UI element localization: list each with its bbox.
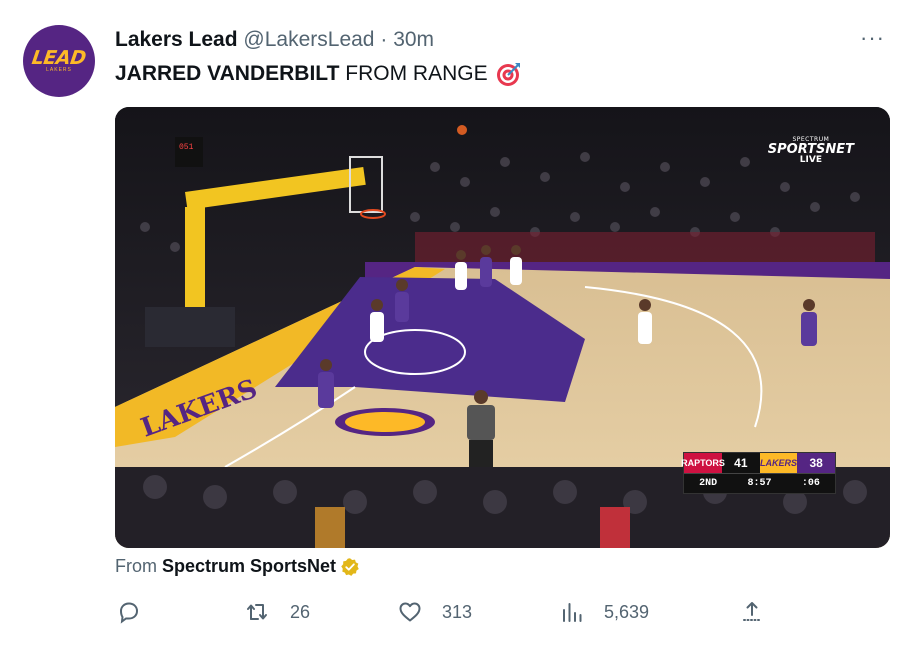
reply-icon bbox=[119, 602, 139, 624]
retweet-count: 26 bbox=[290, 601, 311, 622]
retweet-icon bbox=[247, 604, 267, 620]
network-live-text: LIVE bbox=[799, 155, 822, 165]
share-button[interactable] bbox=[740, 600, 764, 624]
home-team-label: LAKERS bbox=[759, 453, 798, 473]
tweet-actions: 26 313 5,639 bbox=[0, 600, 899, 630]
tweet-header: Lakers Lead @LakersLead · 30m bbox=[115, 28, 434, 52]
shot-clock: :06 bbox=[801, 478, 820, 489]
scorebug: RAPTORS 41 LAKERS 38 2ND 8:57 :06 bbox=[681, 452, 836, 494]
avatar-logo-text: LEAD bbox=[30, 47, 88, 69]
tweet-time[interactable]: 30m bbox=[393, 28, 434, 51]
network-logo: SPECTRUM SPORTSNET LIVE bbox=[768, 137, 854, 165]
tweet-video[interactable]: LAKERS 051 SPECTRUM SPORTSNET LIVE RAPTO… bbox=[115, 107, 890, 548]
tweet-text: JARRED VANDERBILT FROM RANGE bbox=[115, 61, 522, 87]
author-handle[interactable]: @LakersLead bbox=[243, 28, 374, 51]
views-count: 5,639 bbox=[604, 601, 650, 622]
direct-hit-target-icon bbox=[496, 63, 520, 86]
verified-gold-icon bbox=[341, 557, 359, 576]
tweet-text-rest: FROM RANGE bbox=[345, 62, 488, 85]
share-icon bbox=[743, 602, 761, 621]
game-clock: 8:57 bbox=[747, 478, 772, 489]
reply-button[interactable] bbox=[117, 600, 141, 624]
media-source: From Spectrum SportsNet bbox=[115, 556, 360, 577]
author-name[interactable]: Lakers Lead bbox=[115, 28, 238, 51]
retweet-button[interactable]: 26 bbox=[246, 600, 310, 624]
source-prefix: From bbox=[115, 556, 157, 576]
views-button[interactable]: 5,639 bbox=[560, 600, 649, 624]
like-button[interactable]: 313 bbox=[398, 600, 472, 624]
away-team-label: RAPTORS bbox=[681, 453, 725, 473]
svg-text:051: 051 bbox=[179, 143, 194, 152]
game-quarter: 2ND bbox=[699, 478, 718, 489]
source-name-link[interactable]: Spectrum SportsNet bbox=[162, 556, 336, 577]
more-options-icon[interactable]: ··· bbox=[860, 27, 885, 49]
like-count: 313 bbox=[442, 601, 473, 622]
author-avatar[interactable]: LEAD LAKERS bbox=[23, 25, 95, 97]
home-score: 38 bbox=[797, 453, 836, 473]
header-separator: · bbox=[380, 28, 388, 51]
analytics-icon bbox=[563, 603, 582, 622]
heart-icon bbox=[399, 602, 421, 622]
away-score: 41 bbox=[734, 456, 748, 470]
tweet-text-bold: JARRED VANDERBILT bbox=[115, 62, 340, 85]
